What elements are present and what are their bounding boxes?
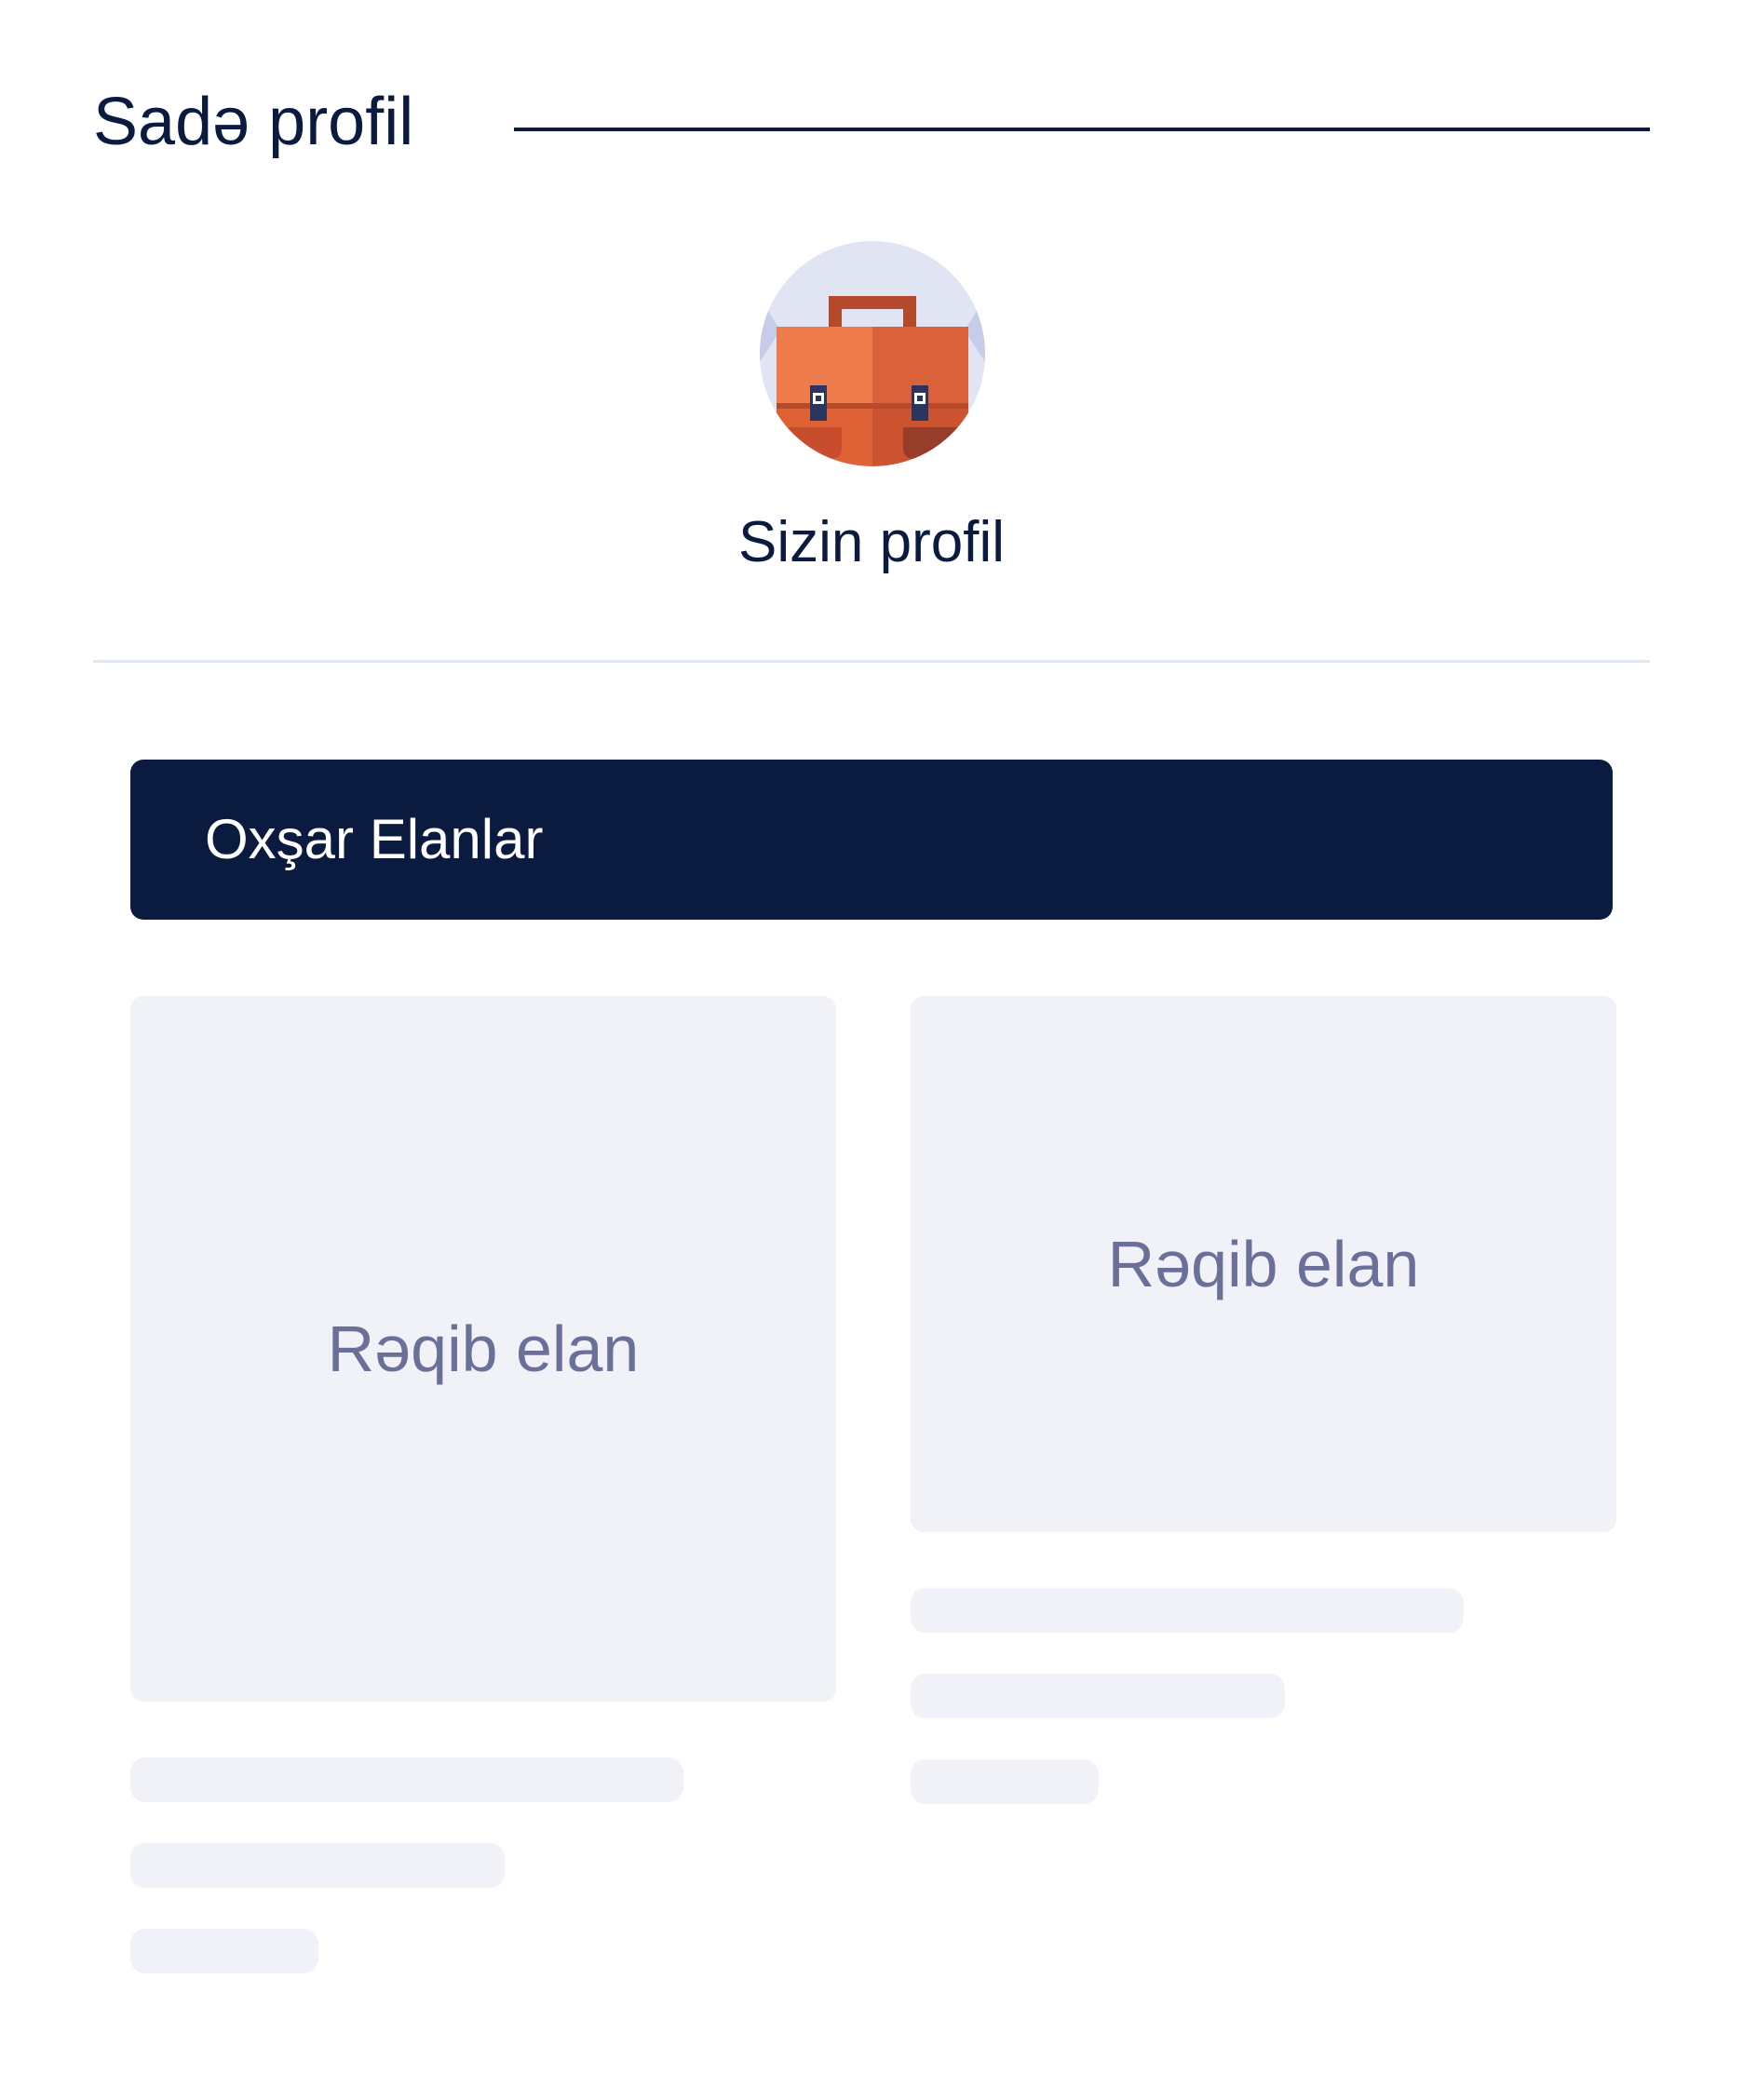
similar-listings-title: Oxşar Elanlar <box>205 808 544 870</box>
skeleton-line <box>130 1757 683 1802</box>
profile-avatar <box>760 241 985 466</box>
title-rule <box>514 128 1650 131</box>
similar-listings-header: Oxşar Elanlar <box>130 760 1613 920</box>
listing-card-label: Rəqib elan <box>1107 1228 1420 1300</box>
skeleton-line <box>130 1929 318 1973</box>
listing-card-image[interactable]: Rəqib elan <box>130 996 836 1702</box>
skeleton-line <box>911 1674 1285 1718</box>
section-divider <box>93 660 1650 663</box>
skeleton-line <box>130 1843 505 1888</box>
skeleton-line <box>911 1759 1099 1804</box>
profile-name: Sizin profil <box>738 510 1005 574</box>
briefcase-icon <box>760 241 985 466</box>
section-title: Sadə profil <box>93 85 414 159</box>
skeleton-line <box>911 1588 1464 1633</box>
listing-card-image[interactable]: Rəqib elan <box>911 996 1616 1532</box>
listing-card-label: Rəqib elan <box>327 1312 640 1385</box>
